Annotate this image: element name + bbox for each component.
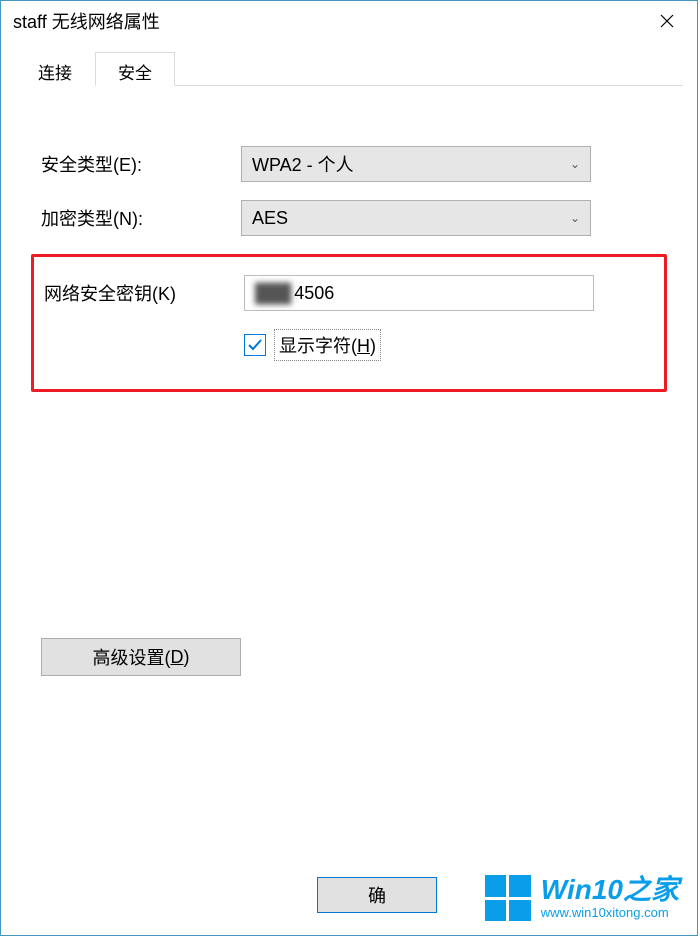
input-network-key[interactable]: ███ 4506 xyxy=(244,275,594,311)
close-icon xyxy=(660,14,674,28)
advanced-settings-button[interactable]: 高级设置(D) xyxy=(41,638,241,676)
dropdown-security-type-value: WPA2 - 个人 xyxy=(252,151,354,177)
row-security-type: 安全类型(E): WPA2 - 个人 ⌄ xyxy=(41,146,657,182)
watermark-text: Win10之家 www.win10xitong.com xyxy=(541,875,679,920)
checkbox-show-characters[interactable] xyxy=(244,334,266,356)
network-key-visible-part: 4506 xyxy=(294,283,334,304)
tab-content: 安全类型(E): WPA2 - 个人 ⌄ 加密类型(N): AES ⌄ 网络安全… xyxy=(1,86,697,676)
tab-connection[interactable]: 连接 xyxy=(15,52,95,86)
row-network-key: 网络安全密钥(K) ███ 4506 xyxy=(44,275,654,311)
dialog-window: staff 无线网络属性 连接 安全 安全类型(E): WPA2 - 个人 ⌄ xyxy=(0,0,698,936)
dropdown-encryption-type[interactable]: AES ⌄ xyxy=(241,200,591,236)
tabs-container: 连接 安全 xyxy=(1,41,697,86)
watermark-title: Win10之家 xyxy=(541,875,679,906)
label-encryption-type: 加密类型(N): xyxy=(41,205,241,231)
chevron-down-icon: ⌄ xyxy=(570,211,580,225)
close-button[interactable] xyxy=(637,1,697,41)
ok-button[interactable]: 确 xyxy=(317,877,437,913)
advanced-button-area: 高级设置(D) xyxy=(41,638,657,676)
window-title: staff 无线网络属性 xyxy=(13,8,160,34)
row-encryption-type: 加密类型(N): AES ⌄ xyxy=(41,200,657,236)
row-show-characters: 显示字符(H) xyxy=(244,329,654,361)
windows-logo-icon xyxy=(485,875,531,921)
title-bar: staff 无线网络属性 xyxy=(1,1,697,41)
dropdown-security-type[interactable]: WPA2 - 个人 ⌄ xyxy=(241,146,591,182)
tab-strip: 连接 安全 xyxy=(15,51,683,86)
watermark-url: www.win10xitong.com xyxy=(541,906,679,920)
label-network-key: 网络安全密钥(K) xyxy=(44,280,244,306)
watermark: Win10之家 www.win10xitong.com xyxy=(485,875,679,921)
label-show-characters[interactable]: 显示字符(H) xyxy=(274,329,381,361)
check-icon xyxy=(247,337,263,353)
dropdown-encryption-type-value: AES xyxy=(252,208,288,229)
chevron-down-icon: ⌄ xyxy=(570,157,580,171)
tab-security[interactable]: 安全 xyxy=(95,52,175,86)
network-key-hidden-part: ███ xyxy=(255,283,290,304)
label-security-type: 安全类型(E): xyxy=(41,151,241,177)
highlight-annotation: 网络安全密钥(K) ███ 4506 显示字符(H) xyxy=(31,254,667,392)
